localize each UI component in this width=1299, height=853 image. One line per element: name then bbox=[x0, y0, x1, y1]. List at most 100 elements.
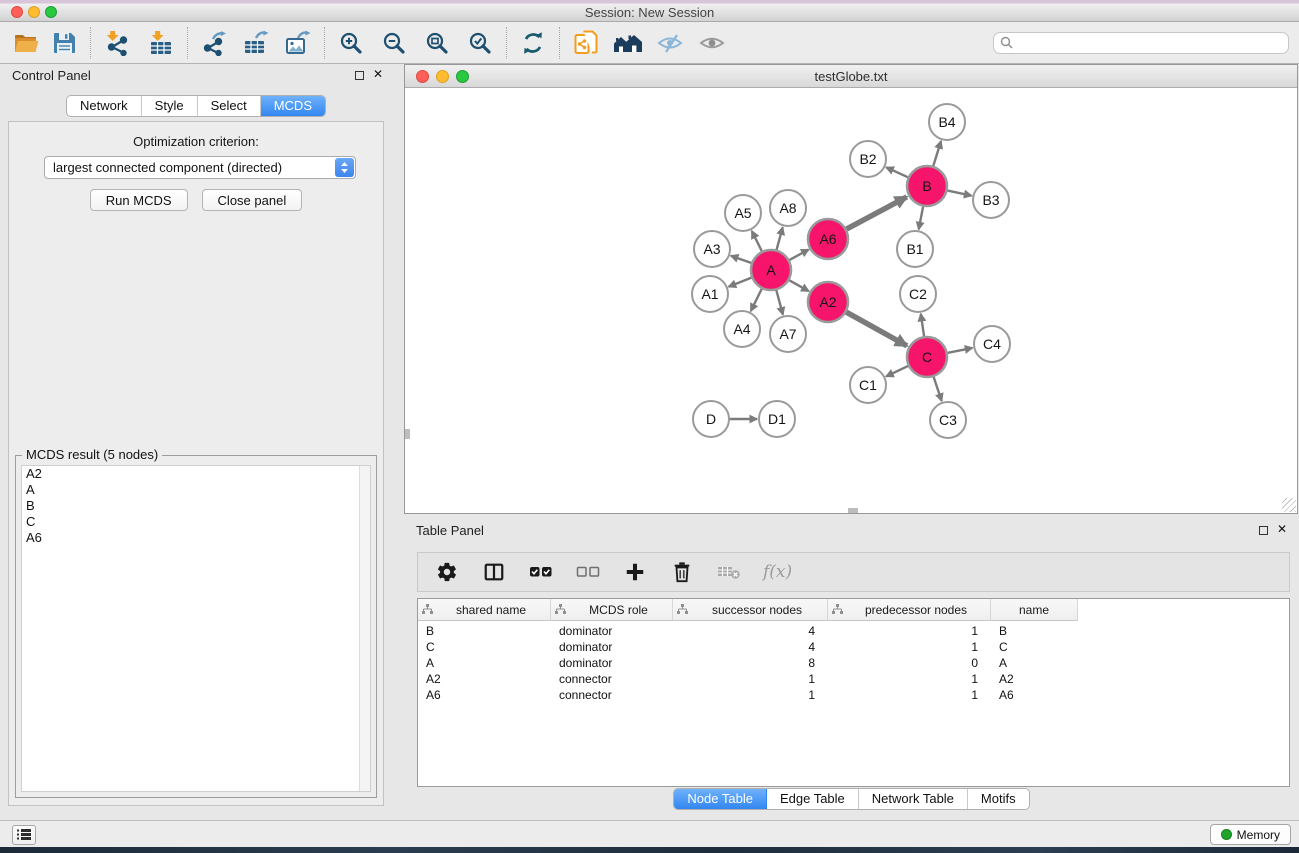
edge-A-A7[interactable] bbox=[776, 289, 783, 314]
tab-edge-table[interactable]: Edge Table bbox=[767, 789, 859, 809]
task-history-button[interactable] bbox=[12, 825, 36, 845]
cell[interactable]: B bbox=[418, 623, 551, 639]
zoom-in-icon[interactable] bbox=[336, 27, 366, 59]
network-overview-home-icon[interactable] bbox=[613, 27, 643, 59]
delete-column-trash-icon[interactable] bbox=[669, 559, 695, 585]
edge-A-A1[interactable] bbox=[729, 277, 753, 286]
table-row[interactable]: Cdominator41C bbox=[418, 639, 1289, 655]
run-mcds-button[interactable]: Run MCDS bbox=[90, 189, 188, 211]
tab-select[interactable]: Select bbox=[198, 96, 261, 116]
cell[interactable]: 1 bbox=[828, 671, 991, 687]
node-A7[interactable]: A7 bbox=[770, 316, 806, 352]
close-panel-button[interactable]: Close panel bbox=[202, 189, 303, 211]
float-panel-icon[interactable] bbox=[1259, 526, 1268, 535]
edge-A-A8[interactable] bbox=[776, 227, 782, 250]
cell[interactable]: 1 bbox=[828, 623, 991, 639]
table-row[interactable]: A2connector11A2 bbox=[418, 671, 1289, 687]
node-C2[interactable]: C2 bbox=[900, 276, 936, 312]
edge-A-A3[interactable] bbox=[731, 256, 752, 264]
node-A6[interactable]: A6 bbox=[808, 219, 848, 259]
cell[interactable]: dominator bbox=[551, 639, 673, 655]
search-input[interactable] bbox=[1017, 34, 1282, 52]
edge-A-A4[interactable] bbox=[751, 288, 762, 311]
tab-network-table[interactable]: Network Table bbox=[859, 789, 968, 809]
mcds-result-item[interactable]: C bbox=[22, 514, 370, 530]
edge-A-A2[interactable] bbox=[788, 280, 808, 291]
cell[interactable]: 8 bbox=[673, 655, 828, 671]
cell[interactable]: connector bbox=[551, 687, 673, 703]
column-header-shared-name[interactable]: shared name bbox=[418, 599, 551, 621]
cell[interactable]: 1 bbox=[828, 687, 991, 703]
cell[interactable]: 0 bbox=[828, 655, 991, 671]
table-row[interactable]: Adominator80A bbox=[418, 655, 1289, 671]
node-A2[interactable]: A2 bbox=[808, 282, 848, 322]
cell[interactable]: A bbox=[991, 655, 1078, 671]
cell[interactable]: C bbox=[991, 639, 1078, 655]
open-file-icon[interactable] bbox=[11, 27, 41, 59]
edge-B-B2[interactable] bbox=[886, 167, 909, 177]
cell[interactable]: A6 bbox=[418, 687, 551, 703]
network-canvas[interactable]: AA1A2A3A4A5A6A7A8BB1B2B3B4CC1C2C3C4DD1 bbox=[405, 89, 1297, 513]
table-row[interactable]: A6connector11A6 bbox=[418, 687, 1289, 703]
node-B3[interactable]: B3 bbox=[973, 182, 1009, 218]
node-A1[interactable]: A1 bbox=[692, 276, 728, 312]
network-graph[interactable]: AA1A2A3A4A5A6A7A8BB1B2B3B4CC1C2C3C4DD1 bbox=[405, 89, 1297, 514]
zoom-selected-icon[interactable] bbox=[465, 27, 495, 59]
export-table-icon[interactable] bbox=[241, 27, 271, 59]
import-network-icon[interactable] bbox=[102, 27, 132, 59]
cell[interactable]: A2 bbox=[991, 671, 1078, 687]
column-header-predecessor-nodes[interactable]: predecessor nodes bbox=[828, 599, 991, 621]
node-D[interactable]: D bbox=[693, 401, 729, 437]
tab-motifs[interactable]: Motifs bbox=[968, 789, 1029, 809]
mcds-result-list[interactable]: A2ABCA6 bbox=[21, 465, 371, 792]
tab-network[interactable]: Network bbox=[67, 96, 142, 116]
edge-A6-B[interactable] bbox=[846, 197, 907, 230]
edge-B-B4[interactable] bbox=[933, 141, 941, 167]
node-B2[interactable]: B2 bbox=[850, 141, 886, 177]
criterion-dropdown[interactable]: largest connected component (directed) bbox=[44, 156, 356, 179]
mcds-result-item[interactable]: B bbox=[22, 498, 370, 514]
edge-B-B1[interactable] bbox=[919, 206, 924, 230]
refresh-view-icon[interactable] bbox=[518, 27, 548, 59]
memory-button[interactable]: Memory bbox=[1210, 824, 1291, 845]
edge-C-C1[interactable] bbox=[886, 366, 909, 377]
result-list-scrollbar[interactable] bbox=[359, 466, 370, 791]
cell[interactable]: connector bbox=[551, 671, 673, 687]
close-panel-icon[interactable]: ✕ bbox=[1277, 522, 1287, 536]
edge-C-C2[interactable] bbox=[921, 314, 924, 337]
zoom-fit-icon[interactable] bbox=[422, 27, 452, 59]
node-D1[interactable]: D1 bbox=[759, 401, 795, 437]
cell[interactable]: dominator bbox=[551, 655, 673, 671]
node-A4[interactable]: A4 bbox=[724, 311, 760, 347]
edge-A-A5[interactable] bbox=[752, 231, 762, 252]
deselect-all-checkboxes-icon[interactable] bbox=[575, 559, 601, 585]
tab-style[interactable]: Style bbox=[142, 96, 198, 116]
edge-A2-C[interactable] bbox=[846, 312, 907, 346]
column-header-MCDS-role[interactable]: MCDS role bbox=[551, 599, 673, 621]
edge-B-B3[interactable] bbox=[947, 190, 972, 195]
mcds-result-item[interactable]: A bbox=[22, 482, 370, 498]
resize-grip[interactable] bbox=[1282, 498, 1296, 512]
cell[interactable]: 1 bbox=[828, 639, 991, 655]
column-header-successor-nodes[interactable]: successor nodes bbox=[673, 599, 828, 621]
zoom-out-icon[interactable] bbox=[379, 27, 409, 59]
cell[interactable]: dominator bbox=[551, 623, 673, 639]
tab-mcds[interactable]: MCDS bbox=[261, 96, 325, 116]
node-C3[interactable]: C3 bbox=[930, 402, 966, 438]
float-panel-icon[interactable] bbox=[355, 71, 364, 80]
edge-C-C4[interactable] bbox=[947, 348, 973, 353]
cell[interactable]: A bbox=[418, 655, 551, 671]
mcds-result-item[interactable]: A6 bbox=[22, 530, 370, 546]
import-table-icon[interactable] bbox=[146, 27, 176, 59]
save-session-icon[interactable] bbox=[49, 27, 79, 59]
node-B1[interactable]: B1 bbox=[897, 231, 933, 267]
cell[interactable]: A6 bbox=[991, 687, 1078, 703]
node-A[interactable]: A bbox=[751, 250, 791, 290]
close-panel-icon[interactable]: ✕ bbox=[373, 67, 383, 81]
node-B4[interactable]: B4 bbox=[929, 104, 965, 140]
split-columns-icon[interactable] bbox=[481, 559, 507, 585]
canvas-horizontal-scroll-thumb[interactable] bbox=[848, 508, 858, 513]
cell[interactable]: 1 bbox=[673, 687, 828, 703]
table-settings-gear-icon[interactable] bbox=[434, 559, 460, 585]
tab-node-table[interactable]: Node Table bbox=[674, 789, 767, 809]
